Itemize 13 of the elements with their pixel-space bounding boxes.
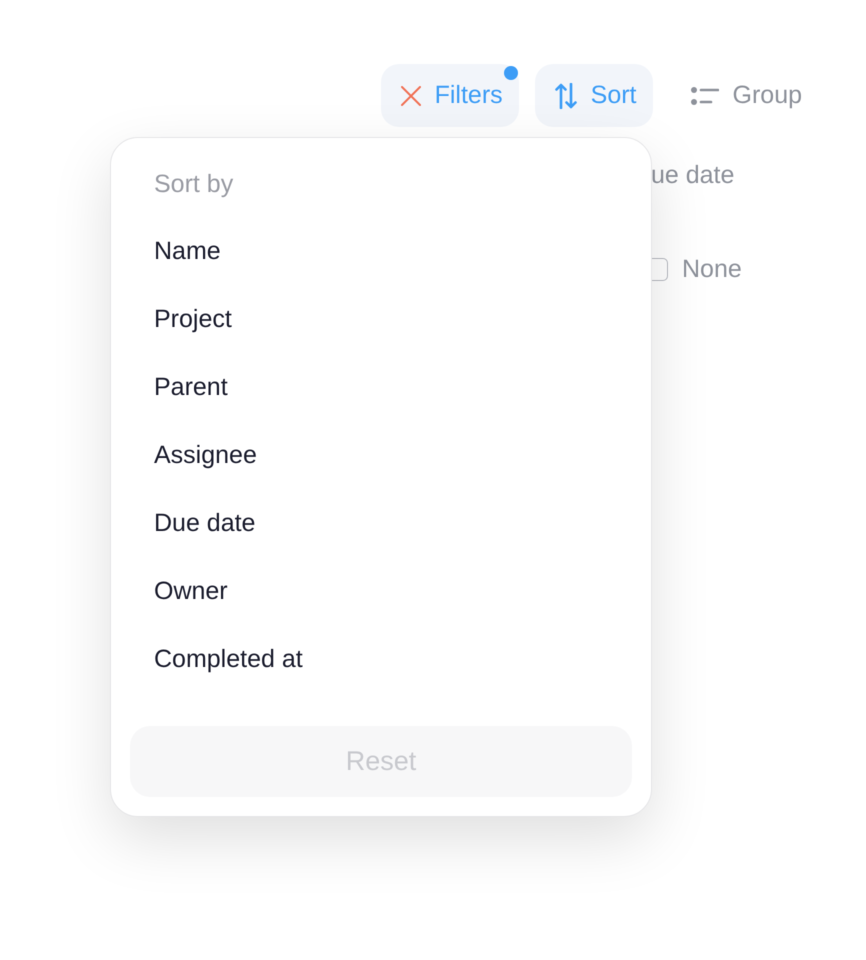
- sort-arrows-icon: [554, 82, 577, 108]
- menu-item[interactable]: Assignee: [130, 422, 632, 490]
- menu-item[interactable]: Due date: [130, 490, 632, 558]
- menu-item[interactable]: Parent: [130, 354, 632, 422]
- close-icon: [400, 86, 421, 106]
- menu-item[interactable]: Owner: [130, 558, 632, 626]
- checkbox-label: None: [682, 254, 742, 284]
- menu-item[interactable]: Name: [130, 218, 632, 286]
- menu-item[interactable]: Project: [130, 286, 632, 354]
- list-icon: [690, 86, 719, 106]
- menu-item[interactable]: Completed at: [130, 626, 632, 694]
- menu-heading: Sort by: [153, 169, 234, 200]
- field-label: ue date: [651, 160, 734, 191]
